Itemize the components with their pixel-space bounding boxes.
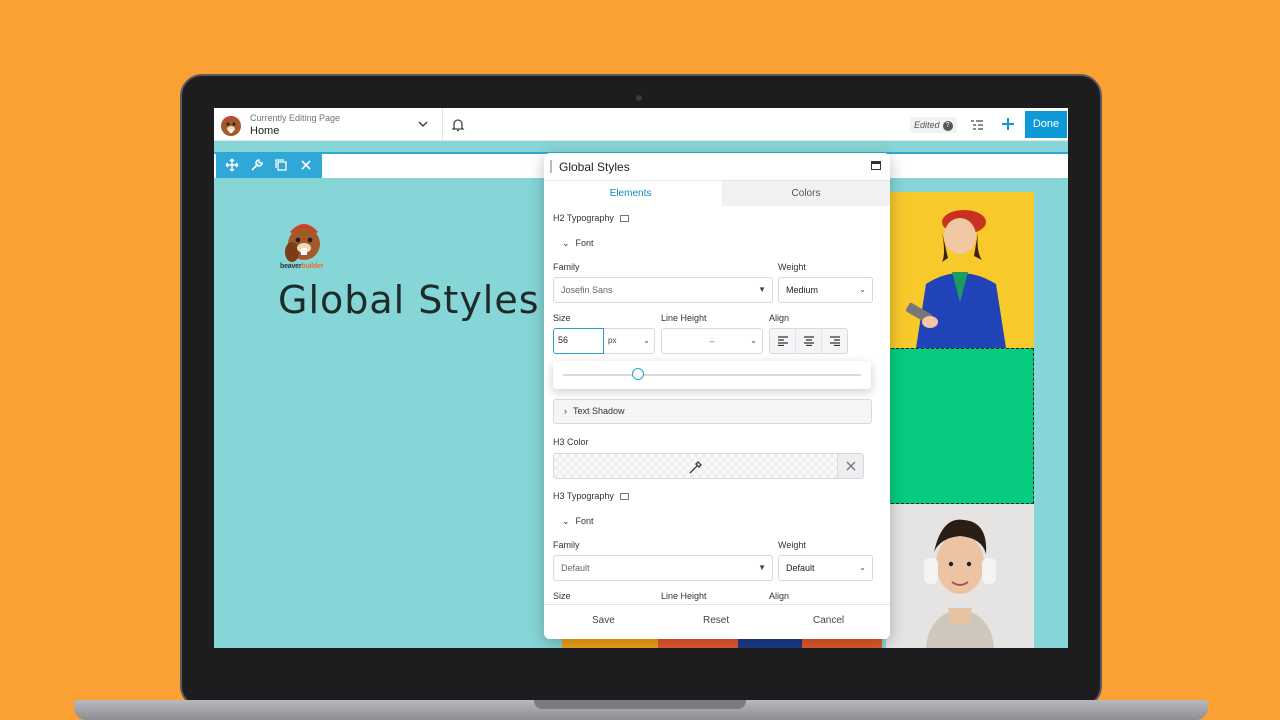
drag-handle[interactable] bbox=[550, 160, 552, 173]
h3-typography-label: H3 Typography bbox=[553, 491, 614, 501]
h3-weight-value: Default bbox=[786, 563, 815, 573]
size-slider-thumb[interactable] bbox=[631, 368, 644, 380]
h3-typography-heading: H3 Typography bbox=[553, 491, 629, 501]
h2-align-group bbox=[769, 328, 848, 354]
row-toolbar bbox=[216, 152, 322, 178]
global-styles-panel: Global Styles Elements Colors H2 Typogra… bbox=[544, 153, 890, 639]
maximize-icon[interactable] bbox=[871, 161, 881, 170]
panel-title: Global Styles bbox=[559, 160, 630, 174]
hero-title[interactable]: Global Styles bbox=[278, 278, 540, 322]
text-shadow-label: Text Shadow bbox=[573, 406, 625, 416]
h2-line-height-select[interactable]: – ⌄ bbox=[661, 328, 763, 354]
edited-badge[interactable]: Edited? bbox=[910, 117, 957, 133]
builder-topbar: Currently Editing Page Home Edited? Done bbox=[214, 108, 1068, 141]
panel-tabs: Elements Colors bbox=[544, 181, 890, 206]
h2-typography-heading: H2 Typography bbox=[553, 213, 629, 223]
clear-color-button[interactable] bbox=[837, 454, 863, 478]
h2-font-toggle[interactable]: ⌄ Font bbox=[562, 238, 594, 249]
chevron-down-icon: ⌄ bbox=[750, 336, 757, 345]
panel-footer: Save Reset Cancel bbox=[544, 604, 890, 639]
builder-screen: Currently Editing Page Home Edited? Done… bbox=[214, 108, 1068, 648]
chevron-down-icon: ⌄ bbox=[562, 238, 570, 248]
h3-color-label: H3 Color bbox=[553, 437, 589, 447]
reset-button[interactable]: Reset bbox=[703, 615, 729, 626]
chevron-right-icon: › bbox=[564, 406, 567, 416]
caret-down-icon: ▼ bbox=[758, 285, 766, 294]
h2-font-toggle-label: Font bbox=[575, 238, 594, 248]
h2-size-input[interactable]: 56 bbox=[553, 328, 604, 354]
save-button[interactable]: Save bbox=[592, 615, 615, 626]
monitor-icon[interactable] bbox=[619, 215, 629, 223]
h2-weight-value: Medium bbox=[786, 285, 819, 295]
h2-size-unit-select[interactable]: px ⌄ bbox=[604, 328, 655, 354]
h3-family-value: Default bbox=[561, 563, 590, 573]
caret-down-icon: ▼ bbox=[758, 563, 766, 572]
bell-icon[interactable] bbox=[450, 117, 466, 133]
h2-family-label: Family bbox=[553, 262, 580, 272]
laptop-notch bbox=[534, 700, 746, 709]
h3-color-picker[interactable] bbox=[553, 453, 864, 479]
chevron-down-icon: ⌄ bbox=[859, 563, 866, 572]
h2-family-select[interactable]: Josefin Sans ▼ bbox=[553, 277, 773, 303]
page-name[interactable]: Home bbox=[250, 125, 279, 137]
panel-header[interactable]: Global Styles bbox=[544, 153, 890, 181]
tab-colors[interactable]: Colors bbox=[722, 181, 890, 206]
beaver-logo-icon[interactable] bbox=[218, 112, 244, 138]
edited-label: Edited bbox=[914, 120, 940, 130]
done-button[interactable]: Done bbox=[1025, 111, 1067, 138]
chevron-down-icon: ⌄ bbox=[859, 285, 866, 294]
align-right-icon[interactable] bbox=[822, 329, 847, 353]
logo-text-builder: builder bbox=[301, 263, 324, 270]
plus-icon[interactable] bbox=[1000, 116, 1016, 132]
h2-align-label: Align bbox=[769, 313, 790, 323]
photo-woman[interactable] bbox=[886, 192, 1034, 348]
logo-wordmark: beaverbuilder bbox=[280, 263, 324, 270]
tab-elements[interactable]: Elements bbox=[544, 181, 717, 206]
h2-size-label: Size bbox=[553, 313, 571, 323]
text-shadow-toggle[interactable]: › Text Shadow bbox=[553, 399, 872, 424]
move-icon[interactable] bbox=[224, 157, 240, 173]
h3-weight-label: Weight bbox=[778, 540, 806, 550]
close-icon[interactable] bbox=[298, 157, 314, 173]
h2-family-value: Josefin Sans bbox=[561, 285, 613, 295]
align-center-icon[interactable] bbox=[796, 329, 822, 353]
h2-line-height-value: – bbox=[709, 336, 715, 346]
currently-editing-label: Currently Editing Page bbox=[250, 113, 341, 123]
h3-family-select[interactable]: Default ▼ bbox=[553, 555, 773, 581]
laptop-camera bbox=[636, 95, 642, 101]
h2-weight-label: Weight bbox=[778, 262, 806, 272]
h2-unit-value: px bbox=[608, 336, 617, 345]
topbar-divider bbox=[442, 108, 443, 141]
cancel-button[interactable]: Cancel bbox=[813, 615, 844, 626]
h3-font-toggle-label: Font bbox=[575, 516, 594, 526]
h3-size-label: Size bbox=[553, 591, 571, 601]
chevron-down-icon[interactable] bbox=[416, 117, 430, 131]
duplicate-icon[interactable] bbox=[273, 157, 289, 173]
h3-weight-select[interactable]: Default ⌄ bbox=[778, 555, 873, 581]
chevron-down-icon: ⌄ bbox=[643, 336, 650, 345]
monitor-icon[interactable] bbox=[619, 493, 629, 501]
h2-typography-label: H2 Typography bbox=[553, 213, 614, 223]
photo-man-headphones[interactable] bbox=[886, 504, 1034, 648]
size-slider-track[interactable] bbox=[563, 374, 861, 376]
outline-list-icon[interactable] bbox=[969, 117, 985, 133]
chevron-down-icon: ⌄ bbox=[562, 516, 570, 526]
h3-font-toggle[interactable]: ⌄ Font bbox=[562, 516, 594, 527]
eyedropper-icon[interactable] bbox=[688, 459, 704, 475]
h3-family-label: Family bbox=[553, 540, 580, 550]
green-placeholder-block[interactable] bbox=[886, 348, 1034, 504]
wrench-icon[interactable] bbox=[249, 157, 265, 173]
h3-align-label: Align bbox=[769, 591, 790, 601]
size-slider-popover bbox=[553, 361, 871, 389]
close-icon bbox=[846, 461, 855, 471]
logo-text-beaver: beaver bbox=[280, 263, 302, 270]
align-left-icon[interactable] bbox=[770, 329, 796, 353]
h2-line-height-label: Line Height bbox=[661, 313, 707, 323]
help-icon[interactable]: ? bbox=[942, 120, 953, 131]
h2-weight-select[interactable]: Medium ⌄ bbox=[778, 277, 873, 303]
h3-line-height-label: Line Height bbox=[661, 591, 707, 601]
